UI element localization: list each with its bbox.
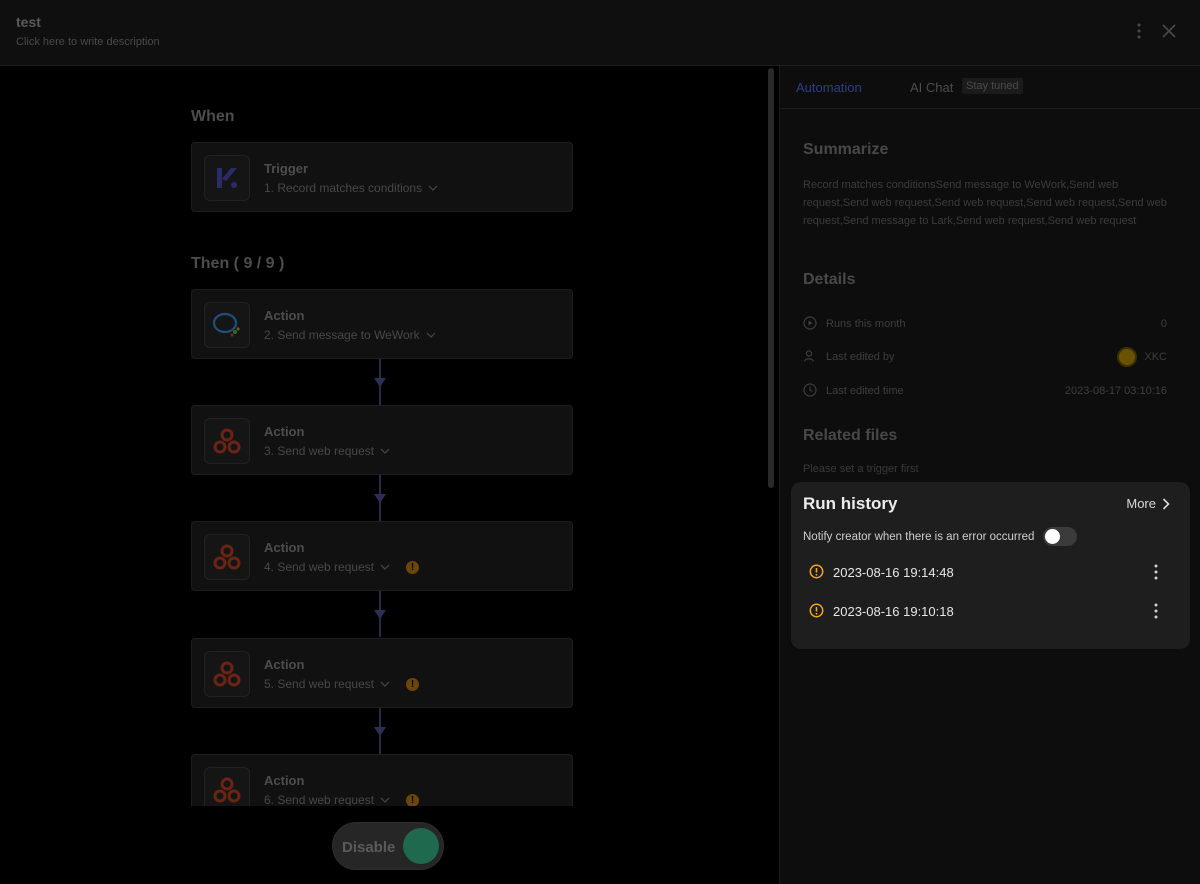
page-title[interactable]: test	[16, 14, 41, 30]
disable-toggle[interactable]: Disable	[332, 822, 444, 870]
run-time: 2023-08-16 19:10:18	[833, 604, 954, 619]
node-label: 5. Send web request	[264, 677, 375, 691]
detail-edited-time: Last edited time 2023-08-17 03:10:16	[803, 381, 1167, 401]
detail-edited-by: Last edited by XKC	[803, 347, 1167, 367]
then-label: Then ( 9 / 9 )	[191, 255, 285, 272]
webhook-icon	[204, 418, 250, 464]
node-type: Action	[264, 540, 305, 555]
related-files-note: Please set a trigger first	[803, 463, 919, 475]
run-history-card: Run history More Notify creator when the…	[791, 482, 1190, 649]
close-icon[interactable]	[1158, 20, 1180, 42]
warning-icon[interactable]: !	[406, 560, 420, 574]
run-time: 2023-08-16 19:14:48	[833, 565, 954, 580]
detail-label: Last edited by	[826, 351, 895, 363]
detail-label: Runs this month	[826, 318, 906, 330]
details-heading: Details	[803, 271, 856, 288]
chevron-down-icon[interactable]	[380, 446, 390, 456]
node-type: Action	[264, 773, 305, 788]
header: test Click here to write description	[0, 0, 1200, 66]
trigger-node[interactable]: Trigger 1. Record matches conditions	[191, 142, 573, 212]
arrow-down-icon	[374, 494, 386, 503]
detail-runs: Runs this month 0	[803, 314, 1167, 334]
warning-circle-icon	[809, 564, 824, 579]
play-circle-icon	[803, 316, 817, 330]
warning-icon[interactable]: !	[406, 793, 420, 807]
chevron-down-icon[interactable]	[426, 330, 436, 340]
node-type: Action	[264, 657, 305, 672]
user-edit-icon	[803, 350, 815, 362]
detail-value: 2023-08-17 03:10:16	[1064, 385, 1167, 397]
more-label[interactable]: More	[1126, 496, 1156, 511]
node-label: 3. Send web request	[264, 444, 375, 458]
run-history-item[interactable]: 2023-08-16 19:10:18	[809, 599, 1174, 623]
webhook-icon	[204, 651, 250, 697]
run-history-item[interactable]: 2023-08-16 19:14:48	[809, 560, 1174, 584]
node-type: Action	[264, 424, 305, 439]
arrow-down-icon	[374, 727, 386, 736]
action-node[interactable]: Action 3. Send web request	[191, 405, 573, 475]
chevron-down-icon[interactable]	[380, 679, 390, 689]
chevron-right-icon[interactable]	[1162, 497, 1170, 510]
node-label: 2. Send message to WeWork	[264, 328, 420, 342]
more-vertical-icon[interactable]	[1128, 20, 1150, 42]
side-panel: Automation AI Chat Stay tuned Summarize …	[779, 66, 1200, 884]
action-node[interactable]: Action 4. Send web request !	[191, 521, 573, 591]
canvas-scrollbar[interactable]	[768, 68, 774, 488]
arrow-down-icon	[374, 610, 386, 619]
clock-icon	[803, 383, 817, 397]
avatar	[1117, 347, 1137, 367]
toggle-knob	[403, 828, 439, 864]
summarize-heading: Summarize	[803, 141, 889, 158]
arrow-down-icon	[374, 378, 386, 387]
stay-tuned-badge: Stay tuned	[962, 78, 1023, 94]
node-label: 1. Record matches conditions	[264, 181, 423, 195]
node-label: 4. Send web request	[264, 560, 375, 574]
toggle-knob	[1045, 529, 1060, 544]
more-vertical-icon[interactable]	[1148, 602, 1164, 620]
trigger-logo-icon	[204, 155, 250, 201]
related-files-heading: Related files	[803, 427, 898, 444]
tab-automation[interactable]: Automation	[796, 80, 862, 95]
detail-label: Last edited time	[826, 385, 904, 397]
warning-circle-icon	[809, 603, 824, 618]
node-type: Action	[264, 308, 305, 323]
workflow-canvas: When Trigger 1. Record matches condition…	[0, 66, 778, 884]
chevron-down-icon[interactable]	[380, 795, 390, 805]
panel-tabs: Automation AI Chat Stay tuned	[780, 66, 1200, 109]
notify-toggle[interactable]	[1043, 527, 1077, 546]
when-label: When	[191, 108, 235, 125]
chevron-down-icon[interactable]	[380, 562, 390, 572]
detail-value: XKC	[1144, 351, 1167, 363]
chevron-down-icon[interactable]	[428, 183, 438, 193]
summary-text: Record matches conditionsSend message to…	[803, 179, 1167, 227]
action-node[interactable]: Action 2. Send message to WeWork	[191, 289, 573, 359]
webhook-icon	[204, 534, 250, 580]
notify-label: Notify creator when there is an error oc…	[803, 531, 1035, 543]
node-type: Trigger	[264, 161, 309, 176]
tab-ai-chat[interactable]: AI Chat	[910, 80, 953, 95]
warning-icon[interactable]: !	[406, 677, 420, 691]
description-field[interactable]: Click here to write description	[16, 36, 160, 48]
node-label: 6. Send web request	[264, 793, 375, 807]
run-history-title: Run history	[803, 494, 898, 513]
detail-value: 0	[1160, 318, 1167, 330]
action-node[interactable]: Action 5. Send web request !	[191, 638, 573, 708]
wework-icon	[204, 302, 250, 348]
more-vertical-icon[interactable]	[1148, 563, 1164, 581]
run-history-more-link[interactable]: More	[1126, 496, 1170, 511]
disable-label: Disable	[342, 839, 396, 856]
